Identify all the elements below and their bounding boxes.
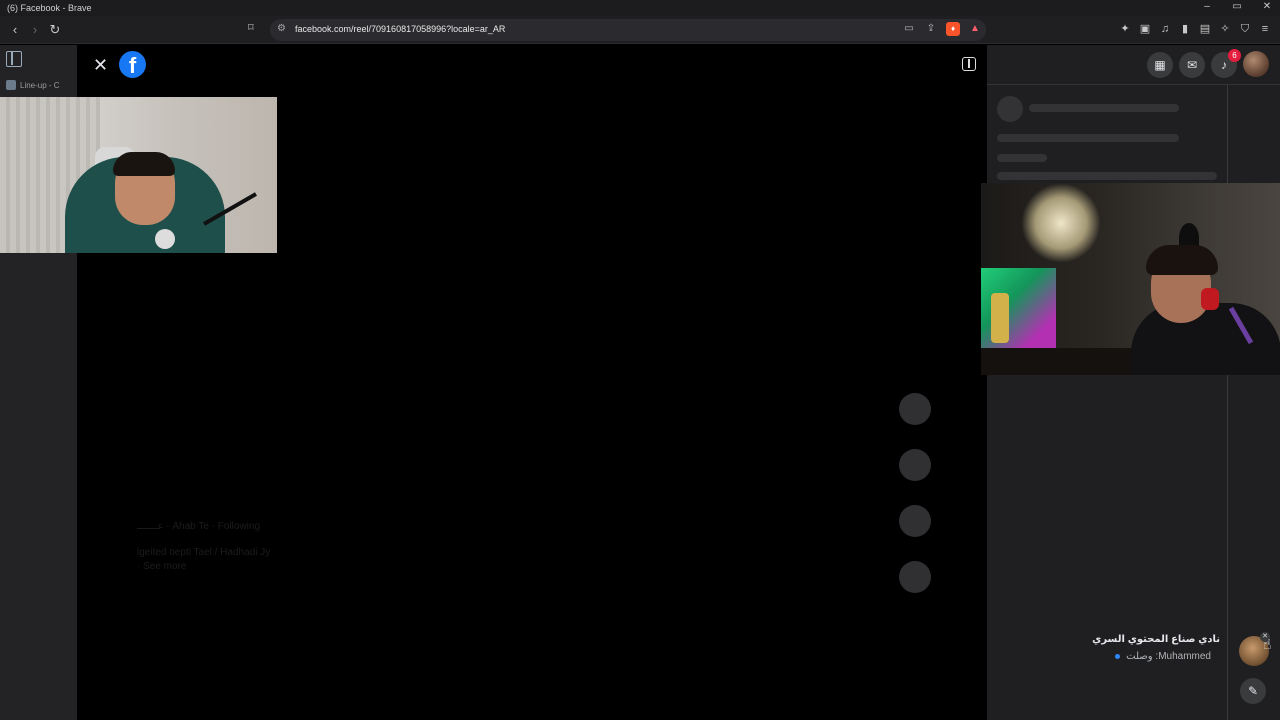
browser-toolbar: ‹ › ↻ ⌑ ⚙ facebook.com/reel/709160817058… [0,16,1280,44]
facebook-top-nav: ▦ ✉ ♪ 6 [987,45,1280,85]
webcam-bottle [991,293,1009,343]
reel-author-line: عـــــــ · Ahab Te · Following [137,521,261,532]
sidebar-toggle-icon[interactable] [6,51,22,67]
webcam-person-body [1131,303,1280,375]
chat-notification[interactable]: نادي صناع المحتوي السري Muhammed: وصلت [1092,632,1235,668]
loading-line-placeholder [997,154,1047,162]
reload-icon[interactable]: ↻ [46,21,64,39]
chat-last-message: Muhammed: وصلت [1126,651,1211,662]
messenger-icon[interactable]: ✉ [1179,52,1205,78]
webcam-microphone [155,229,175,249]
profile-avatar[interactable] [1243,51,1269,77]
tab-search-icon[interactable]: ▣ [1138,21,1152,37]
close-reel-icon[interactable]: ✕ [93,55,108,76]
new-message-icon[interactable]: ✎ [1240,678,1266,704]
webcam-headset [1201,288,1219,310]
cast-icon[interactable]: ▭ [902,22,916,36]
share-icon[interactable]: ⇪ [924,22,938,36]
menu-grid-icon[interactable]: ▦ [1147,52,1173,78]
webcam-person-hair [113,152,175,176]
loading-avatar-placeholder [997,96,1023,122]
webcam-overlay-left [0,97,277,253]
reel-caption: igeited oepti Tael / Hadhadi Jy [137,547,271,558]
minimize-button[interactable]: – [1200,1,1214,12]
chat-group-name: نادي صناع المحتوي السري [1092,634,1220,645]
maximize-button[interactable]: ▭ [1230,1,1244,12]
vertical-tab[interactable]: Line-up - C [6,80,60,90]
bookmark-icon[interactable]: ⌑ [248,21,254,34]
brave-rewards-icon[interactable]: ▲ [968,22,982,36]
window-controls: – ▭ ✕ [1200,1,1274,12]
see-more-link[interactable]: · See more [137,561,186,572]
loading-line-placeholder [1029,104,1179,112]
site-settings-icon[interactable]: ⚙ [277,23,286,34]
tab-label: Line-up - C [20,80,60,90]
window-title: (6) Facebook - Brave [7,3,92,13]
vpn-icon[interactable]: ⛉ [1238,21,1252,37]
facebook-right-panel: ▦ ✉ ♪ 6 [987,45,1280,720]
address-bar-icons: ▭ ⇪ ♦ ▲ [902,22,982,36]
sidebar-panel-icon[interactable]: ▮ [1178,21,1192,37]
url-text[interactable]: facebook.com/reel/709160817058996?locale… [295,24,505,34]
loading-line-placeholder [997,134,1179,142]
extensions-icon[interactable]: ✦ [1118,21,1132,37]
unread-dot [1115,654,1120,659]
address-bar[interactable]: ⚙ facebook.com/reel/709160817058996?loca… [270,19,986,41]
panel-divider [1227,85,1228,720]
mouse-cursor-icon: ☝ [1263,636,1272,652]
like-button[interactable] [899,393,931,425]
extension-icons: ✦ ▣ ♫ ▮ ▤ ✧ ⛉ ≡ [1118,21,1272,37]
music-icon[interactable]: ♫ [1158,21,1172,37]
back-icon[interactable]: ‹ [6,21,24,39]
share-button[interactable] [899,505,931,537]
wallet-icon[interactable]: ▤ [1198,21,1212,37]
notification-badge: 6 [1228,49,1241,62]
webcam-person-hair [1146,245,1218,275]
webcam-overlay-right [981,183,1280,375]
leo-ai-icon[interactable]: ✧ [1218,21,1232,37]
comment-button[interactable] [899,449,931,481]
loading-line-placeholder [997,172,1217,180]
menu-icon[interactable]: ≡ [1258,21,1272,37]
tab-favicon-icon [6,80,16,90]
brave-shields-icon[interactable]: ♦ [946,22,960,36]
more-options-button[interactable] [899,561,931,593]
window-titlebar: (6) Facebook - Brave – ▭ ✕ [0,0,1280,16]
facebook-logo[interactable]: f [119,51,146,78]
forward-icon[interactable]: › [26,21,44,39]
close-window-button[interactable]: ✕ [1260,1,1274,12]
expand-panel-icon[interactable] [962,57,976,71]
webcam-flowers [1021,183,1101,263]
